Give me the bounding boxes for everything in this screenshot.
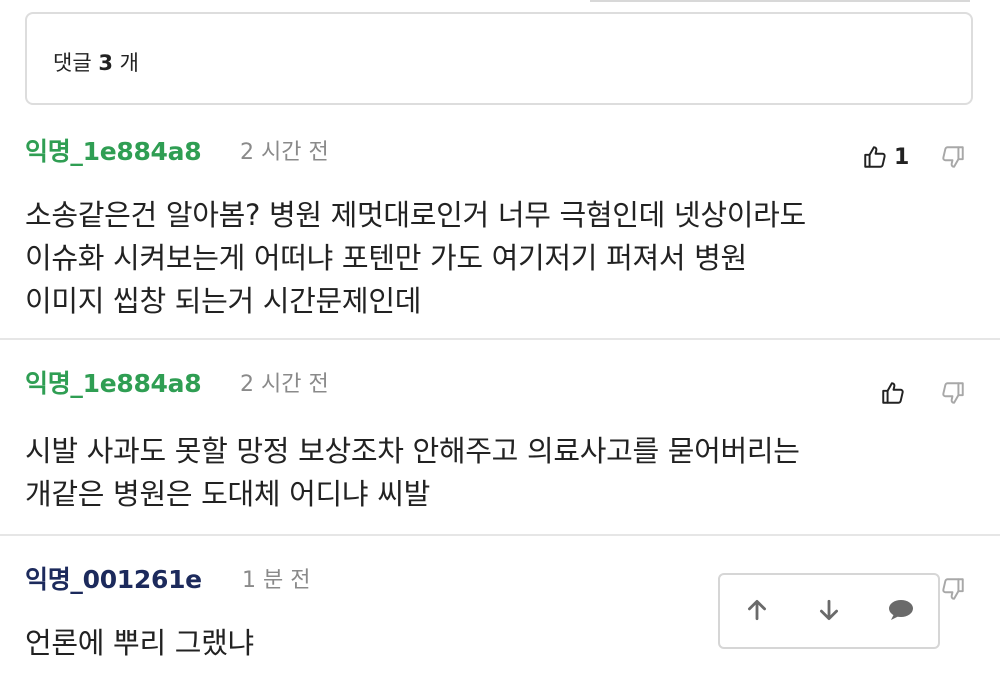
comment-author[interactable]: 익명_1e884a8: [25, 364, 202, 400]
thumbs-down-icon: [940, 576, 966, 602]
comment-body: 소송같은건 알아봄? 병원 제멋대로인거 너무 극혐인데 넷상이라도 이슈화 시…: [25, 194, 806, 323]
arrow-down-icon: [816, 597, 842, 627]
dislike-button[interactable]: [940, 380, 966, 406]
thumbs-up-icon: [862, 144, 888, 170]
thumbs-up-icon: [880, 380, 906, 406]
speech-bubble-icon: [887, 597, 915, 627]
thumbs-down-icon: [940, 144, 966, 170]
comment-count-text: 댓글 3 개: [53, 47, 139, 77]
reply-button[interactable]: [884, 597, 918, 627]
comment-count-suffix: 개: [119, 51, 139, 75]
like-button[interactable]: [880, 380, 906, 406]
comment-body: 시발 사과도 못할 망정 보상조차 안해주고 의료사고를 묻어버리는 개같은 병…: [25, 430, 800, 516]
dislike-button[interactable]: [940, 144, 966, 170]
top-divider: [590, 0, 970, 2]
comment-author[interactable]: 익명_001261e: [25, 560, 202, 596]
comment-time: 2 시간 전: [240, 372, 329, 397]
comment-action-popup: [718, 573, 940, 649]
upvote-button[interactable]: [740, 597, 774, 627]
comment-time: 1 분 전: [242, 568, 311, 593]
comment-line: 소송같은건 알아봄? 병원 제멋대로인거 너무 극혐인데 넷상이라도: [25, 198, 806, 232]
comment-count-number: 3: [98, 51, 113, 75]
downvote-button[interactable]: [812, 597, 846, 627]
comment-line: 시발 사과도 못할 망정 보상조차 안해주고 의료사고를 묻어버리는: [25, 434, 800, 468]
like-count: 1: [894, 144, 910, 170]
comment-count-prefix: 댓글: [53, 51, 92, 75]
comment-line: 이슈화 시켜보는게 어떠냐 포텐만 가도 여기저기 퍼져서 병원: [25, 241, 747, 275]
arrow-up-icon: [744, 597, 770, 627]
comment-line: 개같은 병원은 도대체 어디냐 씨발: [25, 477, 430, 511]
like-button[interactable]: 1: [862, 144, 909, 170]
thumbs-down-icon: [940, 380, 966, 406]
comment-line: 이미지 씹창 되는거 시간문제인데: [25, 284, 422, 318]
comment-count-box: 댓글 3 개: [25, 12, 973, 105]
comment-time: 2 시간 전: [240, 140, 329, 165]
comment-author[interactable]: 익명_1e884a8: [25, 132, 202, 168]
comment-item: 익명_1e884a8 2 시간 전 시발 사과도 못할 망정 보상조차 안해주고…: [0, 342, 1000, 536]
dislike-button[interactable]: [940, 576, 966, 602]
comment-body: 언론에 뿌리 그랬냐: [25, 622, 254, 665]
comment-line: 언론에 뿌리 그랬냐: [25, 626, 254, 660]
comment-item: 익명_1e884a8 2 시간 전 1 소송같은건 알아봄? 병원 제멋대로인거…: [0, 110, 1000, 340]
